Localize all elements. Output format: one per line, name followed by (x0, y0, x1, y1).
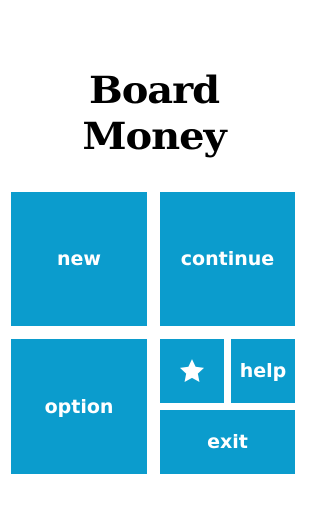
help-button[interactable]: help (231, 339, 295, 403)
favorite-button[interactable] (160, 339, 224, 403)
new-game-button[interactable]: new (11, 192, 147, 326)
new-game-label: new (57, 248, 101, 270)
continue-button[interactable]: continue (160, 192, 295, 326)
option-label: option (44, 395, 114, 418)
continue-label: continue (180, 248, 275, 270)
star-icon (178, 357, 206, 385)
app-title-line2: Money (82, 114, 226, 158)
exit-label: exit (207, 431, 248, 453)
option-button[interactable]: option (11, 339, 147, 474)
app-title-line1: Board (89, 68, 220, 112)
help-label: help (239, 360, 287, 382)
exit-button[interactable]: exit (160, 410, 295, 474)
